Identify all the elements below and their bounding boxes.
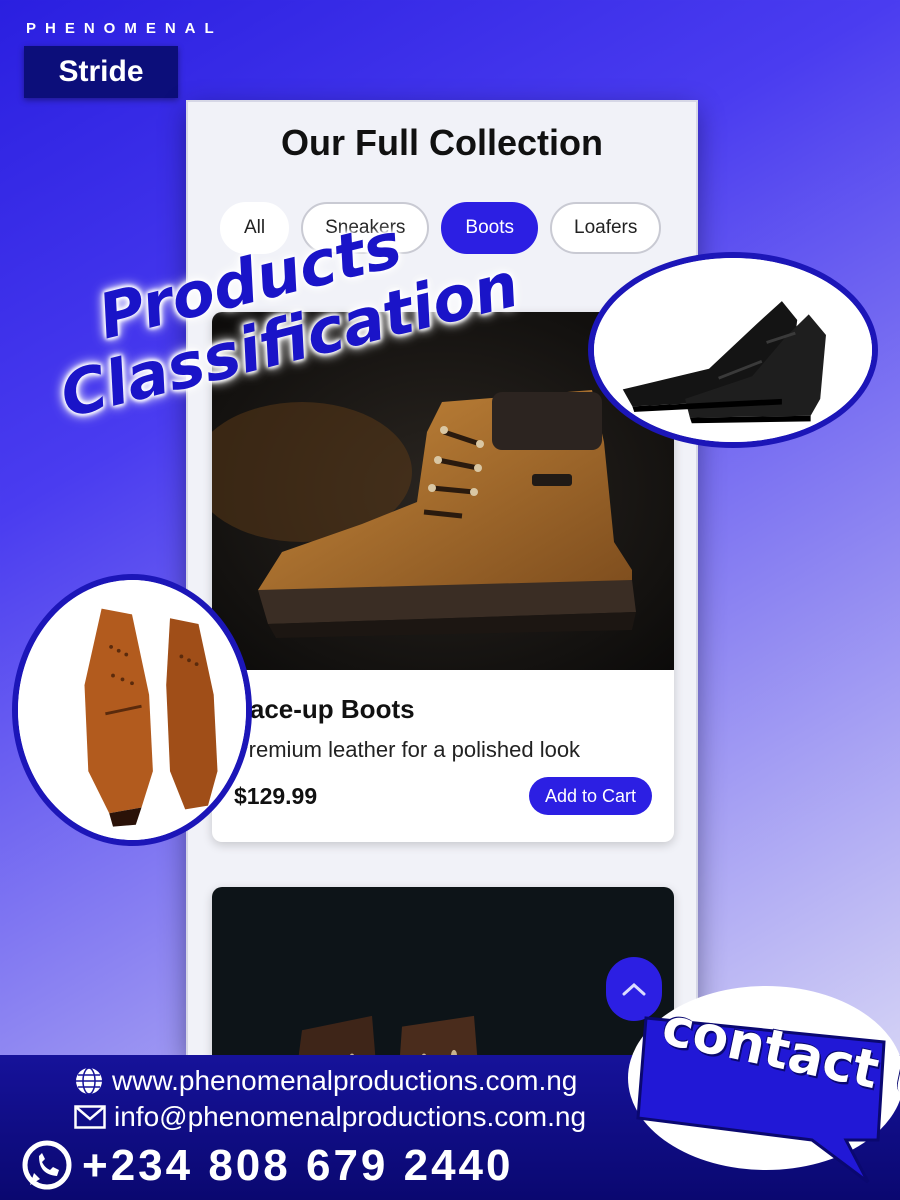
- product-image: [212, 887, 674, 1057]
- page-title: Our Full Collection: [281, 122, 603, 163]
- add-to-cart-button[interactable]: Add to Cart: [528, 777, 652, 815]
- brand-logo: Stride: [24, 46, 178, 98]
- product-info: Lace-up Boots Premium leather for a poli…: [212, 670, 674, 815]
- globe-icon: [74, 1066, 104, 1096]
- phone-number: +234 808 679 2440: [82, 1141, 514, 1190]
- brand-wordmark: PHENOMENAL: [26, 20, 223, 37]
- phone-line[interactable]: +234 808 679 2440: [20, 1139, 514, 1193]
- website-url: www.phenomenalproductions.com.ng: [112, 1065, 578, 1096]
- brogue-shoes-image: [12, 574, 252, 846]
- whatsapp-icon: [20, 1139, 74, 1193]
- product-description: Premium leather for a polished look: [234, 737, 581, 762]
- product-price: $129.99: [234, 782, 318, 809]
- email-line[interactable]: info@phenomenalproductions.com.ng: [74, 1101, 586, 1133]
- product-name: Lace-up Boots: [234, 694, 415, 724]
- email-address: info@phenomenalproductions.com.ng: [114, 1101, 587, 1132]
- website-line[interactable]: www.phenomenalproductions.com.ng: [74, 1065, 577, 1097]
- mail-icon: [74, 1105, 106, 1129]
- oxford-shoes-image: [588, 252, 878, 448]
- product-card[interactable]: [212, 887, 674, 1057]
